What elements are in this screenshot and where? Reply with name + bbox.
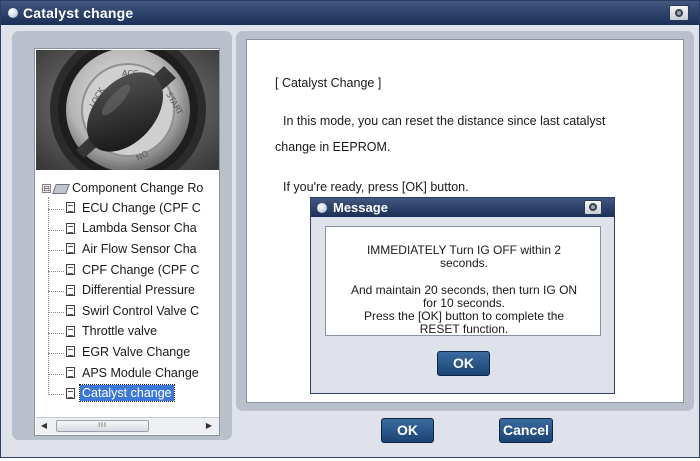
message-text-2: And maintain 20 seconds, then turn IG ON… [350,283,578,336]
tree-connector [48,229,64,231]
ok-button[interactable]: OK [381,418,434,443]
cancel-button[interactable]: Cancel [499,418,553,443]
info-line-1: In this mode, you can reset the distance… [283,114,606,128]
tree-item[interactable]: EGR Valve Change [66,344,192,362]
collapse-icon[interactable]: ⊟ [42,184,51,194]
info-line-3: If you're ready, press [OK] button. [283,180,469,194]
tree-root-label: Component Change Ro [72,181,204,195]
component-browser: LOCK ACC START ON ⊟ Component Change Ro E… [34,48,220,436]
tree-connector [48,270,64,272]
info-line-2: change in EEPROM. [275,140,391,154]
document-icon [66,284,75,296]
component-tree: ⊟ Component Change Ro ECU Change (CPF C La… [36,173,219,433]
tree-connector [48,394,64,396]
document-icon [66,222,75,234]
tree-item-label: Catalyst change [79,384,175,403]
tree-connector [48,312,64,313]
ignition-switch-photo: LOCK ACC START ON [36,50,219,170]
dialog-titlebar[interactable]: Message [311,198,614,217]
tree-item[interactable]: Swirl Control Valve C [66,303,201,321]
tree-connector [48,291,64,293]
tree-item[interactable]: Throttle valve [66,324,159,342]
horizontal-scrollbar[interactable]: ◀ III ▶ [36,417,219,434]
info-heading: [ Catalyst Change ] [275,76,382,90]
tree-item-label: CPF Change (CPF C [82,262,200,277]
document-icon [66,387,75,399]
scrollbar-thumb[interactable]: III [56,420,149,432]
document-icon [66,264,75,275]
tree-item-label: Differential Pressure [82,283,196,298]
folder-icon [52,183,70,194]
tree-connector [48,373,64,375]
dialog-ok-button[interactable]: OK [437,351,490,376]
scroll-right-icon[interactable]: ▶ [204,421,214,431]
tree-item[interactable]: Catalyst change [66,384,175,403]
camera-icon[interactable] [669,5,689,21]
tree-item[interactable]: Differential Pressure [66,282,197,300]
document-icon [66,305,75,317]
tree-item[interactable]: APS Module Change [66,365,201,383]
tree-item-label: APS Module Change [82,365,199,380]
tree-connector [48,250,64,252]
document-icon [66,367,75,378]
tree-item[interactable]: Air Flow Sensor Cha [66,241,199,259]
bullet-icon [8,8,18,18]
tree-root[interactable]: ⊟ Component Change Ro [42,181,203,197]
document-icon [66,243,75,255]
message-dialog: Message IMMEDIATELY Turn IG OFF within 2… [310,197,615,394]
tree-item[interactable]: Lambda Sensor Cha [66,221,199,239]
camera-icon[interactable] [584,200,602,215]
tree-item-label: Air Flow Sensor Cha [82,241,197,256]
tree-item-label: EGR Valve Change [82,344,191,359]
tree-item[interactable]: ECU Change (CPF C [66,200,203,218]
document-icon [66,346,75,358]
dialog-title: Message [333,200,388,215]
message-text-1: IMMEDIATELY Turn IG OFF within 2 seconds… [366,243,562,270]
tree-connector [48,353,64,355]
tree-item-label: Throttle valve [82,324,158,339]
document-icon [66,202,75,214]
tree-item-label: ECU Change (CPF C [82,200,201,215]
window-titlebar[interactable]: Catalyst change [1,1,699,25]
tree-connector [48,209,64,210]
document-icon [66,325,75,337]
tree-item[interactable]: CPF Change (CPF C [66,262,201,280]
left-panel: LOCK ACC START ON ⊟ Component Change Ro E… [12,31,232,440]
tree-connector [48,332,64,334]
tree-item-label: Lambda Sensor Cha [82,221,197,236]
bullet-icon [317,203,327,213]
tree-connector [48,197,49,393]
window-title: Catalyst change [23,5,134,21]
scroll-left-icon[interactable]: ◀ [39,421,49,431]
message-box: IMMEDIATELY Turn IG OFF within 2 seconds… [325,226,601,336]
tree-item-label: Swirl Control Valve C [82,303,200,318]
